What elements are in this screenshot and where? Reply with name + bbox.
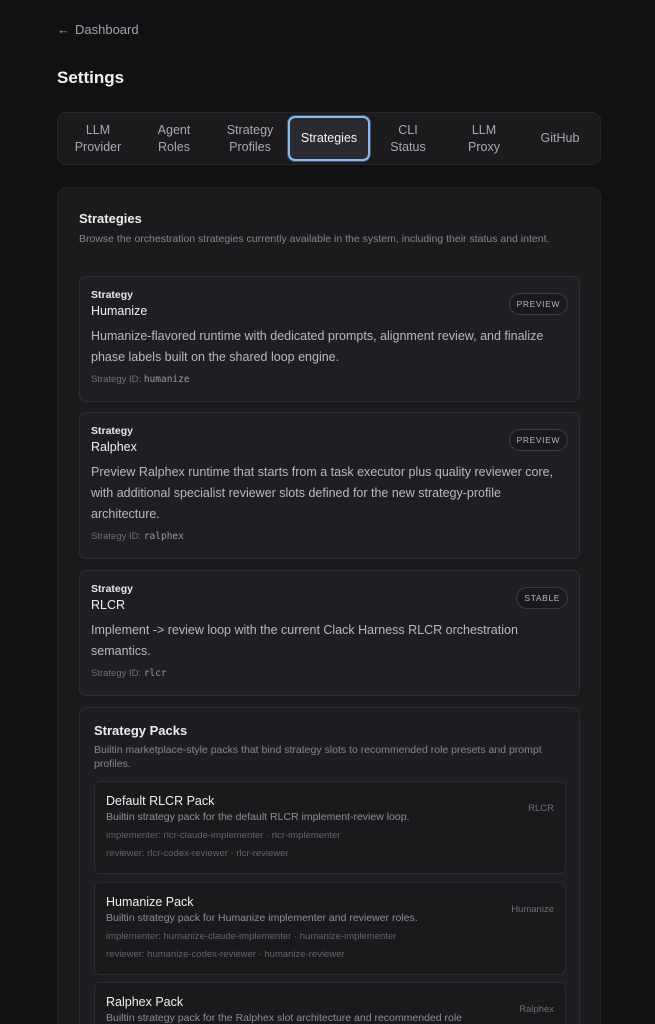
pack-card-default-rlcr[interactable]: Default RLCR Pack Builtin strategy pack … — [94, 781, 566, 874]
strategies-heading: Strategies — [79, 211, 142, 226]
strategy-id: Strategy ID: rlcr — [91, 668, 568, 679]
status-badge: PREVIEW — [508, 429, 568, 451]
strategy-id-value: humanize — [143, 374, 190, 385]
strategies-description: Browse the orchestration strategies curr… — [79, 233, 550, 245]
status-badge: STABLE — [516, 587, 568, 609]
strategy-name: RLCR — [91, 598, 126, 612]
pack-description: Builtin strategy pack for the default RL… — [106, 811, 410, 823]
page-title: Settings — [57, 68, 125, 87]
status-badge: PREVIEW — [508, 293, 568, 315]
tab-agent-roles[interactable]: Agent Roles — [136, 116, 212, 161]
strategy-id: Strategy ID: ralphex — [91, 531, 568, 542]
pack-implementer: implementer: humanize-claude-implementer… — [106, 931, 397, 942]
tab-llm-provider[interactable]: LLM Provider — [60, 116, 136, 161]
tab-cli-status[interactable]: CLI Status — [370, 116, 446, 161]
strategy-id-label: Strategy ID: — [91, 668, 142, 679]
strategies-panel: Strategies Browse the orchestration stra… — [57, 187, 601, 1024]
settings-page: ← Dashboard Settings LLM Provider Agent … — [0, 0, 655, 1024]
strategy-id-label: Strategy ID: — [91, 531, 142, 542]
strategy-description: Humanize-flavored runtime with dedicated… — [91, 329, 544, 364]
pack-name: Default RLCR Pack — [106, 794, 215, 808]
settings-tabs: LLM Provider Agent Roles Strategy Profil… — [57, 112, 601, 165]
strategy-card-ralphex: Strategy Ralphex PREVIEW Preview Ralphex… — [79, 412, 580, 559]
pack-reviewer: reviewer: rlcr-codex-reviewer · rlcr-rev… — [106, 848, 289, 859]
pack-strategy-tag: Ralphex — [519, 1004, 554, 1015]
strategy-card-rlcr: Strategy RLCR STABLE Implement -> review… — [79, 570, 580, 696]
strategy-packs-section: Strategy Packs Builtin marketplace-style… — [79, 707, 580, 1024]
back-to-dashboard-link[interactable]: ← Dashboard — [57, 22, 139, 37]
strategy-id-label: Strategy ID: — [91, 374, 142, 385]
tab-github[interactable]: GitHub — [522, 116, 598, 161]
pack-reviewer: reviewer: humanize-codex-reviewer · huma… — [106, 949, 345, 960]
tab-llm-proxy[interactable]: LLM Proxy — [446, 116, 522, 161]
pack-card-humanize[interactable]: Humanize Pack Builtin strategy pack for … — [94, 882, 566, 975]
pack-name: Ralphex Pack — [106, 995, 184, 1009]
strategy-kicker: Strategy — [91, 289, 134, 301]
strategy-kicker: Strategy — [91, 425, 134, 437]
strategy-name: Humanize — [91, 304, 148, 318]
strategy-name: Ralphex — [91, 440, 137, 454]
strategy-id-value: ralphex — [143, 531, 184, 542]
pack-strategy-tag: Humanize — [511, 904, 554, 915]
arrow-left-icon: ← — [57, 22, 70, 37]
strategy-description: Implement -> review loop with the curren… — [91, 623, 518, 658]
tab-strategy-profiles[interactable]: Strategy Profiles — [212, 116, 288, 161]
strategy-id: Strategy ID: humanize — [91, 374, 568, 385]
strategy-packs-heading: Strategy Packs — [94, 723, 188, 738]
tab-strategies[interactable]: Strategies — [288, 116, 370, 161]
strategy-description: Preview Ralphex runtime that starts from… — [91, 465, 553, 521]
strategy-kicker: Strategy — [91, 583, 134, 595]
strategy-card-humanize: Strategy Humanize PREVIEW Humanize-flavo… — [79, 276, 580, 402]
back-label: Dashboard — [75, 22, 139, 37]
pack-description: Builtin strategy pack for the Ralphex sl… — [106, 1012, 463, 1024]
pack-description: Builtin strategy pack for Humanize imple… — [106, 912, 418, 924]
pack-implementer: implementer: rlcr-claude-implementer · r… — [106, 830, 341, 841]
pack-card-ralphex[interactable]: Ralphex Pack Builtin strategy pack for t… — [94, 982, 566, 1024]
strategy-packs-description: Builtin marketplace-style packs that bin… — [94, 744, 542, 770]
strategy-id-value: rlcr — [143, 668, 167, 679]
pack-name: Humanize Pack — [106, 895, 194, 909]
pack-strategy-tag: RLCR — [528, 803, 554, 814]
